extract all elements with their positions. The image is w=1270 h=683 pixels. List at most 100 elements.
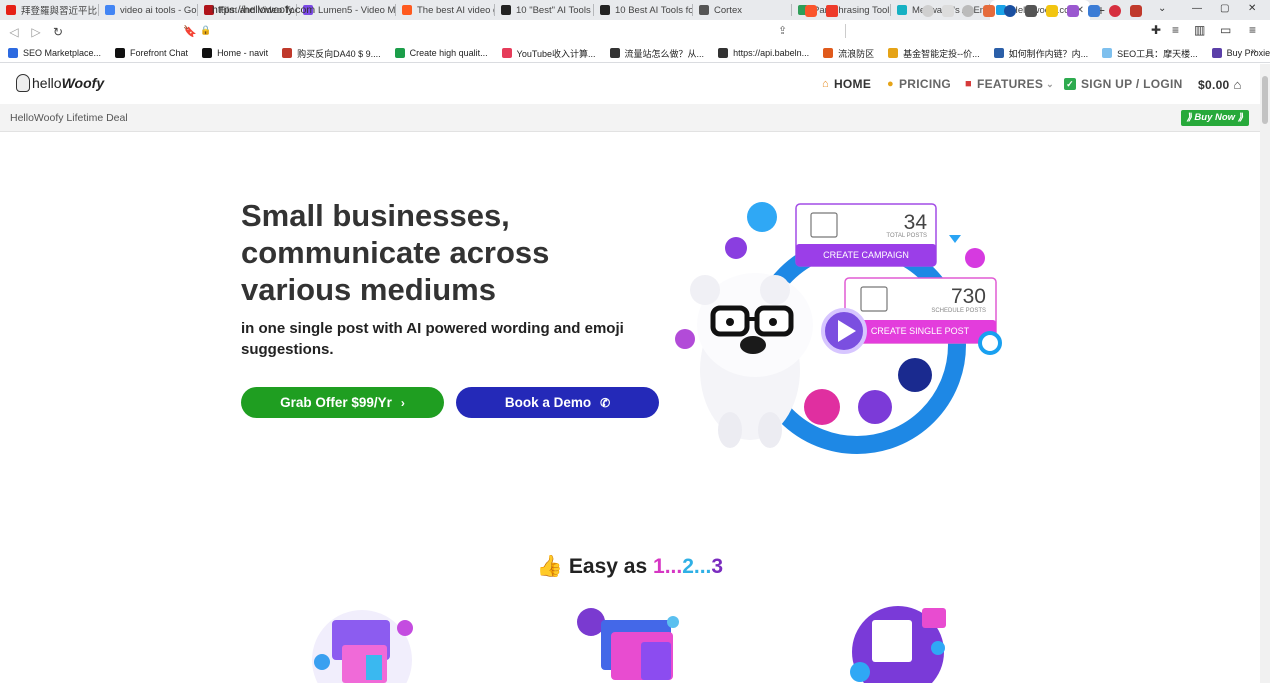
maximize-icon[interactable]: ▢ (1220, 3, 1229, 14)
nav-signup[interactable]: ✓ SIGN UP / LOGIN (1064, 77, 1183, 91)
nav-cart[interactable]: $0.00 ⌂ (1198, 77, 1242, 92)
reload-icon[interactable]: ↻ (47, 25, 69, 39)
tab-search-icon[interactable]: ⌄ (1158, 3, 1166, 14)
browser-tab[interactable]: 10 "Best" AI Tools fo (495, 0, 593, 20)
bookmark-label: 基金智能定投--价... (903, 48, 980, 59)
bookmark-item[interactable]: 购买反向DA40 $ 9.... (282, 47, 381, 60)
create-campaign-button[interactable]: CREATE CAMPAIGN (823, 250, 909, 260)
browser-tab[interactable]: 拜登羅與習近平比 (0, 0, 98, 20)
bookmark-item[interactable]: 如何制作内链？内... (993, 47, 1088, 60)
browser-tab[interactable]: Meltwater's AI Enal (891, 0, 989, 20)
bookmark-label: Buy Proxies HTTP... (1226, 48, 1270, 58)
menu-icon[interactable]: ≡ (1249, 23, 1256, 37)
card2-number: 730 (951, 285, 986, 308)
brave-shield-icon[interactable] (805, 5, 817, 17)
back-icon[interactable]: ◁ (3, 25, 25, 39)
bookmark-item[interactable]: Create high qualit... (394, 48, 488, 58)
nav-pricing[interactable]: ● PRICING (887, 77, 951, 91)
hero-title: Small businesses, communicate across var… (241, 198, 550, 307)
bookmark-label: https://api.babeln... (733, 48, 810, 58)
browser-tab-strip: 拜登羅與習近平比 video ai tools - Goo Film and Vid… (0, 0, 1270, 20)
bookmark-favicon-icon (1102, 48, 1113, 58)
easy-dots-1: ... (664, 555, 683, 578)
extension-icon[interactable] (1025, 5, 1037, 17)
bookmark-favicon-icon (888, 48, 899, 58)
create-single-post-button[interactable]: CREATE SINGLE POST (871, 326, 970, 336)
url-field[interactable]: https://hellowoofy.com (212, 4, 315, 16)
bookmark-item[interactable]: 流浪防区 (823, 47, 874, 60)
minimize-icon[interactable]: — (1192, 3, 1202, 14)
step-number-1: 1 (653, 555, 665, 578)
easy-dots-2: ... (693, 555, 712, 578)
scrollbar-thumb[interactable] (1262, 76, 1268, 124)
bookmark-favicon-icon (8, 48, 18, 58)
extensions-puzzle-icon[interactable]: ✚ (1151, 23, 1161, 37)
logo-woofy: Woofy (61, 75, 105, 91)
extension-icon[interactable] (1067, 5, 1079, 17)
tab-favicon-icon (600, 5, 610, 15)
wallet-icon[interactable]: ▭ (1220, 23, 1231, 37)
nav-home[interactable]: ⌂ HOME (822, 77, 871, 91)
grab-offer-button[interactable]: Grab Offer $99/Yr › (241, 387, 444, 418)
hero-illustration: 34 TOTAL POSTS CREATE CAMPAIGN 730 SCHED… (675, 202, 1002, 454)
easy-title: Easy as (568, 555, 648, 578)
cart-total: $0.00 (1198, 77, 1230, 92)
bookmark-item[interactable]: 流量站怎么做？从... (609, 47, 704, 60)
step-2-illustration (577, 608, 679, 680)
bookmark-label: SEO Marketplace... (23, 48, 102, 58)
browser-tab[interactable]: The best AI video g (396, 0, 494, 20)
money-bag-icon: ● (887, 78, 894, 90)
extension-icon[interactable] (1130, 5, 1142, 17)
toolbox-icon: ■ (965, 78, 972, 90)
extension-icon[interactable] (942, 5, 954, 17)
share-icon[interactable]: ⇪ (778, 24, 787, 37)
browser-tab[interactable]: 10 Best AI Tools for (594, 0, 692, 20)
tab-title: Lumen5 - Video Ma (318, 4, 395, 16)
bookmark-item[interactable]: 基金智能定投--价... (888, 47, 980, 60)
more-bookmarks-icon[interactable]: » (1251, 46, 1257, 57)
buy-now-button[interactable]: ⟫ Buy Now ⟫ (1180, 110, 1249, 126)
extension-icon[interactable] (983, 5, 995, 17)
sidebar-icon[interactable]: ▥ (1194, 23, 1205, 37)
chevron-right-icon: › (400, 395, 405, 410)
extension-icon[interactable] (1109, 5, 1121, 17)
bookmark-item[interactable]: Home - navit (202, 48, 268, 58)
browser-tab[interactable]: video ai tools - Goo (99, 0, 197, 20)
nav-features-label: FEATURES (976, 77, 1044, 91)
bookmark-item[interactable]: https://api.babeln... (718, 48, 809, 58)
bookmark-item[interactable]: Buy Proxies HTTP... (1211, 48, 1270, 58)
bookmark-label: Home - navit (217, 48, 269, 58)
close-window-icon[interactable]: ✕ (1248, 3, 1256, 14)
tab-title: 拜登羅與習近平比 (21, 6, 98, 17)
extension-icon[interactable] (1046, 5, 1058, 17)
nav-features[interactable]: ■ FEATURES ⌄ (965, 77, 1054, 91)
bookmark-icon[interactable]: 🔖 (183, 25, 197, 38)
phone-icon: ✆ (600, 395, 611, 410)
bookmark-item[interactable]: Forefront Chat (115, 48, 188, 58)
bookmark-favicon-icon (993, 48, 1004, 58)
extension-icon[interactable] (1088, 5, 1100, 17)
lock-icon: 🔒 (200, 25, 212, 35)
forward-icon[interactable]: ▷ (25, 25, 47, 39)
page-scrollbar[interactable] (1260, 64, 1270, 683)
nav-pricing-label: PRICING (898, 77, 952, 91)
dog-logo-icon (16, 74, 30, 92)
bookmark-favicon-icon (115, 48, 126, 58)
bookmark-item[interactable]: YouTube收入计算... (501, 47, 596, 60)
extension-icon[interactable] (922, 5, 934, 17)
browser-tab[interactable]: Cortex (693, 0, 791, 20)
tab-favicon-icon (105, 5, 115, 15)
twitter-icon (949, 235, 961, 243)
nav-signup-label: SIGN UP / LOGIN (1081, 77, 1183, 91)
brave-rewards-icon[interactable] (826, 5, 838, 17)
bookmark-item[interactable]: SEO工具：摩天楼... (1102, 47, 1198, 60)
extension-icon[interactable] (962, 5, 974, 17)
hellowoofy-logo[interactable]: hello Woofy (16, 74, 104, 92)
step-3-illustration (850, 606, 946, 683)
extension-icon[interactable] (1004, 5, 1016, 17)
checkmark-icon: ✓ (1064, 78, 1076, 90)
book-demo-button[interactable]: Book a Demo ✆ (456, 387, 659, 418)
tab-title: 10 Best AI Tools for (615, 4, 692, 16)
bookmark-item[interactable]: SEO Marketplace... (8, 48, 101, 58)
playlist-icon[interactable]: ≡ (1172, 23, 1179, 37)
